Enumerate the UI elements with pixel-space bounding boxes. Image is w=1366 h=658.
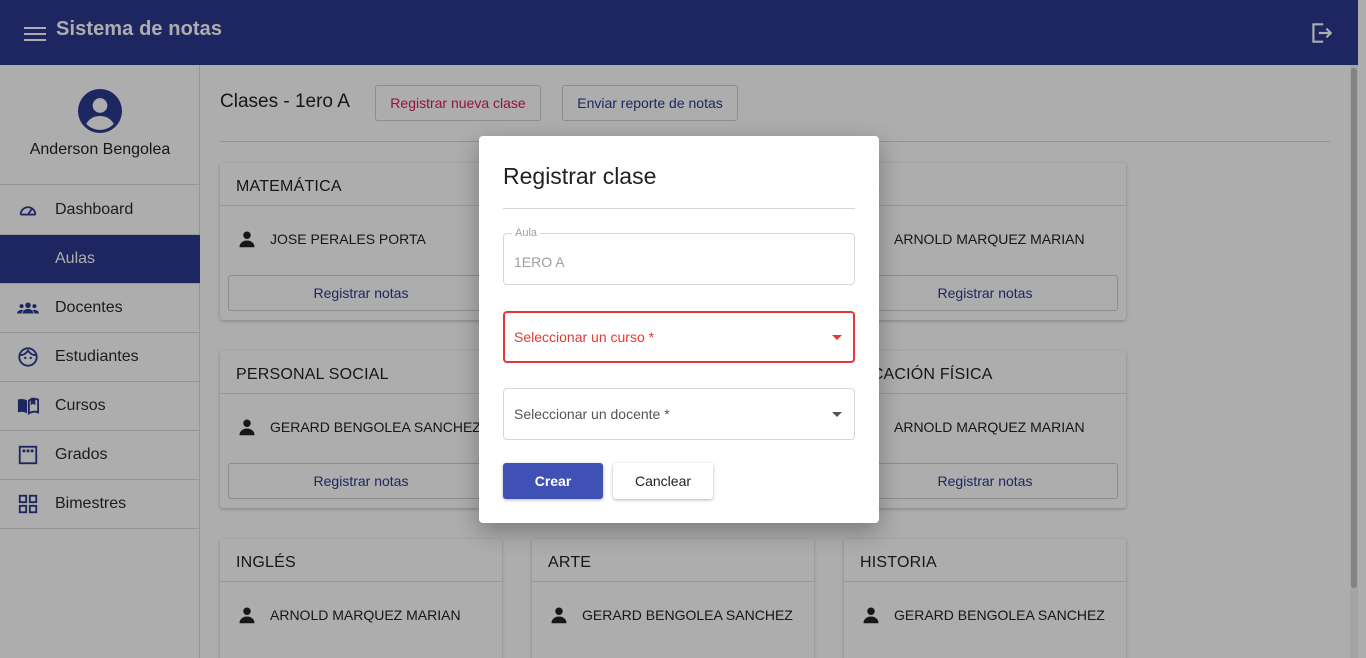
aula-field-label: Aula [512, 227, 541, 239]
aula-field: Aula 1ERO A [503, 227, 855, 285]
divider [503, 208, 855, 209]
register-class-dialog: Registrar clase Aula 1ERO A Seleccionar … [479, 136, 879, 523]
chevron-down-icon [832, 412, 842, 417]
teacher-select[interactable]: Seleccionar un docente * [503, 388, 855, 440]
aula-field-value: 1ERO A [514, 254, 565, 270]
chevron-down-icon [832, 335, 842, 340]
teacher-select-placeholder: Seleccionar un docente * [514, 406, 670, 422]
dialog-title: Registrar clase [503, 163, 657, 189]
course-select-placeholder: Seleccionar un curso * [514, 329, 655, 345]
cancel-button[interactable]: Canclear [613, 463, 713, 499]
course-select[interactable]: Seleccionar un curso * [503, 311, 855, 363]
create-button[interactable]: Crear [503, 463, 603, 499]
